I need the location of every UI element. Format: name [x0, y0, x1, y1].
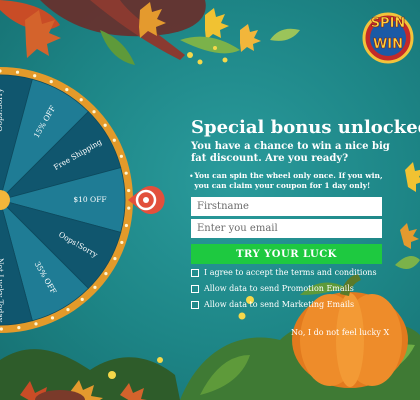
- wheel-stud: [50, 316, 55, 320]
- heading: Special bonus unlocked: [191, 117, 420, 138]
- wheel-stud: [113, 256, 117, 261]
- rules-note-text: You can spin the wheel only once. If you…: [194, 171, 383, 190]
- wheel-stud: [127, 188, 131, 193]
- wheel-stud: [17, 326, 21, 330]
- promotion-emails-checkbox-label[interactable]: Allow data to send Promotion Emails: [204, 284, 354, 294]
- wheel-pointer-icon: [128, 186, 165, 215]
- wheel-stud: [112, 138, 116, 142]
- wheel-stud: [124, 171, 128, 175]
- firstname-input[interactable]: [191, 197, 382, 216]
- dismiss-link-label[interactable]: No, I do not feel lucky: [291, 328, 381, 337]
- wheel-stud: [124, 223, 129, 228]
- wheel-stud: [120, 240, 124, 245]
- wheel-stud: [92, 110, 96, 114]
- subheading: You have a chance to win a nice big fat …: [191, 141, 390, 164]
- wheel-segment-label: $10 OFF: [73, 195, 106, 204]
- wheel-stud: [103, 123, 107, 127]
- spin-win-logo: SPIN WIN: [362, 12, 414, 64]
- try-your-luck-button[interactable]: TRY YOUR LUCK: [191, 244, 382, 264]
- checkbox-row-promotion[interactable]: Allow data to send Promotion Emails: [191, 284, 354, 294]
- email-input[interactable]: [191, 219, 382, 238]
- marketing-emails-checkbox-label[interactable]: Allow data to send Marketing Emails: [204, 300, 354, 310]
- checkbox-row-terms[interactable]: I agree to accept the terms and conditio…: [191, 268, 377, 278]
- dismiss-link[interactable]: No, I do not feel lucky X: [291, 328, 389, 337]
- wheel-segment-label: Not Lucky Today: [0, 258, 5, 323]
- wheel-stud: [127, 206, 131, 210]
- wheel-stud: [80, 297, 84, 301]
- wheel-stud: [49, 80, 53, 84]
- close-icon[interactable]: X: [383, 328, 389, 337]
- checkbox-row-marketing[interactable]: Allow data to send Marketing Emails: [191, 300, 354, 310]
- marketing-emails-checkbox[interactable]: [191, 301, 199, 309]
- wheel-segment-label: Oops!Sorry: [0, 88, 4, 132]
- wheel-stud: [15, 70, 20, 74]
- spin-win-popup: SPIN WIN Oops!Sorry 15% OFF Free Shipping $…: [0, 0, 420, 400]
- promotion-emails-checkbox[interactable]: [191, 285, 199, 293]
- rules-note: • You can spin the wheel only once. If y…: [189, 171, 389, 191]
- wheel-stud: [33, 74, 37, 78]
- logo-text-spin: SPIN: [371, 16, 406, 31]
- logo-text-win: WIN: [373, 37, 403, 52]
- wheel-stud: [104, 272, 108, 276]
- wheel-stud: [66, 308, 70, 312]
- wheel-stud: [65, 88, 69, 92]
- wheel-stud: [79, 98, 83, 102]
- prize-wheel[interactable]: Oops!Sorry 15% OFFFree Shipping$10 OFFOop…: [0, 0, 190, 400]
- wheel-stud: [34, 322, 38, 326]
- wheel-stud: [93, 285, 97, 289]
- terms-checkbox-label[interactable]: I agree to accept the terms and conditio…: [204, 268, 377, 278]
- wheel-stud: [119, 154, 123, 158]
- terms-checkbox[interactable]: [191, 269, 199, 277]
